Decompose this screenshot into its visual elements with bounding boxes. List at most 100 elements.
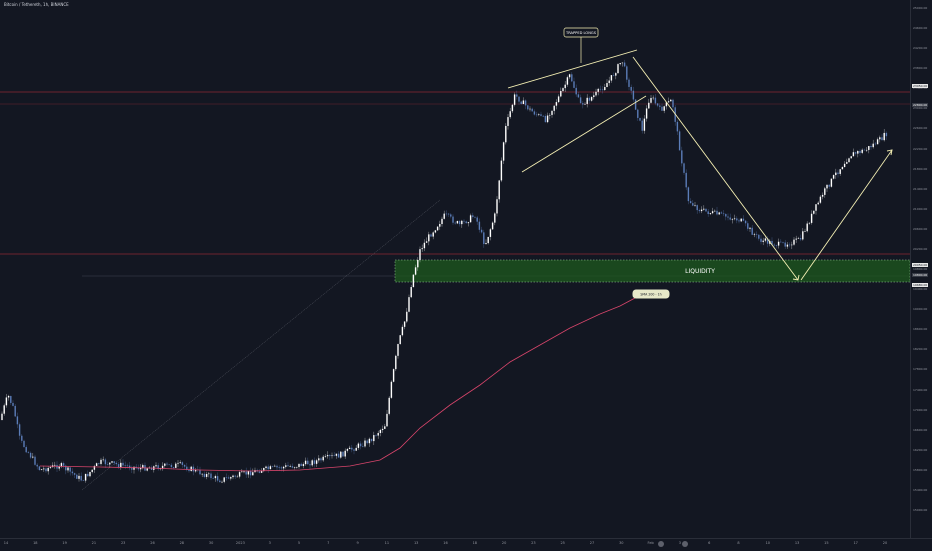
candle-body: [34, 456, 36, 465]
candle-body: [648, 102, 650, 109]
candle-body: [667, 101, 670, 103]
candle-body: [311, 460, 313, 466]
candle-body: [366, 440, 368, 444]
candle-body: [764, 238, 767, 241]
candle-body: [271, 466, 274, 467]
candle-body: [782, 242, 784, 243]
candle-body: [355, 447, 357, 451]
candle-body: [359, 443, 362, 447]
candle-body: [467, 222, 470, 224]
candle-body: [553, 105, 555, 111]
candle-body: [711, 211, 714, 214]
price-axis-label: 21800.00: [913, 166, 928, 171]
candle-body: [274, 465, 276, 467]
price-axis-label: 23000.00: [913, 106, 928, 111]
candle-body: [590, 97, 593, 101]
time-axis-label: 21: [91, 541, 97, 545]
candle-body: [192, 466, 195, 472]
time-axis-label: Feb: [647, 541, 654, 545]
candle-body: [744, 220, 747, 224]
candle-body: [340, 451, 342, 458]
candle-body: [38, 466, 41, 471]
candle-body: [742, 218, 745, 221]
time-axis-label: 10: [765, 541, 771, 545]
price-tag: 19680.00: [912, 283, 929, 288]
candle-body: [786, 244, 789, 247]
candle-body: [205, 473, 208, 477]
candle-body: [84, 473, 87, 481]
price-axis-label: 17000.00: [913, 407, 928, 412]
candle-body: [623, 62, 626, 67]
candle-body: [661, 106, 663, 111]
candle-body: [531, 108, 533, 112]
candle-body: [401, 326, 404, 336]
candle-body: [395, 355, 397, 370]
candle-body: [335, 453, 338, 456]
candle-body: [562, 88, 564, 92]
candle-body: [522, 100, 525, 105]
candle-body: [296, 466, 298, 468]
candle-body: [670, 99, 672, 102]
candle-body: [100, 459, 102, 464]
price-axis-label: 22600.00: [913, 126, 928, 131]
candle-body: [375, 435, 377, 436]
candle-body: [571, 74, 573, 82]
liquidity-zone: [394, 259, 910, 283]
candle-body: [683, 163, 685, 173]
candle-body: [109, 462, 111, 465]
candle-body: [815, 204, 817, 211]
candle-body: [43, 468, 45, 470]
candle-body: [14, 405, 16, 417]
time-axis-label: 26: [150, 541, 155, 545]
price-axis-label: 20200.00: [913, 246, 928, 251]
time-axis-label: 3: [268, 541, 271, 545]
symbol-title[interactable]: Bitcoin / Tethereth, 1h, BINANCE: [4, 2, 69, 7]
time-axis-label: 13: [794, 541, 800, 545]
candle-body: [843, 163, 846, 168]
candle-body: [861, 149, 863, 153]
candle-body: [104, 459, 107, 465]
projection-down-line: [632, 56, 799, 281]
candle-body: [694, 205, 696, 206]
candle-body: [3, 405, 5, 414]
liquidity-label: LIQUIDITY: [685, 268, 715, 275]
candle-body: [155, 465, 157, 467]
candle-body: [749, 227, 751, 229]
candle-body: [315, 460, 318, 464]
candle-body: [720, 212, 723, 214]
candle-body: [5, 397, 8, 406]
candle-body: [21, 435, 23, 441]
candle-body: [300, 463, 302, 467]
time-axis[interactable]: 14 18 19 21 23 26 28 30 2023 3 5 7 9 11 13 16 18 20 23 25 27…: [0, 538, 932, 551]
candle-body: [498, 180, 500, 200]
chart-canvas[interactable]: LIQUIDITY TRAPPED LONGS SMA 200 - 1h: [0, 0, 910, 538]
candle-body: [458, 221, 461, 225]
candle-body: [56, 464, 58, 469]
price-axis-label: 18200.00: [913, 347, 928, 352]
replay-icon[interactable]: [682, 541, 688, 547]
time-axis-label: 15: [824, 541, 829, 545]
price-axis-label: 19000.00: [913, 307, 928, 312]
candle-body: [234, 475, 236, 477]
candle-body: [802, 231, 804, 240]
candle-body: [813, 210, 815, 214]
candle-body: [223, 477, 225, 482]
settings-icon[interactable]: [658, 541, 664, 547]
price-axis[interactable]: 25000.00 24600.00 24200.00 23800.00 23400.00…: [910, 0, 932, 538]
candle-body: [672, 99, 674, 108]
candle-body: [876, 139, 879, 145]
candle-body: [705, 208, 707, 212]
candle-body: [502, 142, 505, 161]
time-axis-label: 5: [297, 541, 301, 545]
candle-body: [857, 151, 859, 154]
candle-body: [373, 435, 375, 442]
candle-body: [252, 472, 254, 476]
candle-body: [322, 456, 324, 461]
candle-body: [830, 178, 833, 187]
candle-body: [445, 213, 448, 215]
candle-body: [564, 84, 566, 89]
candle-body: [181, 462, 184, 465]
candle-body: [214, 476, 217, 479]
candle-body: [859, 151, 861, 153]
candle-body: [883, 132, 885, 141]
